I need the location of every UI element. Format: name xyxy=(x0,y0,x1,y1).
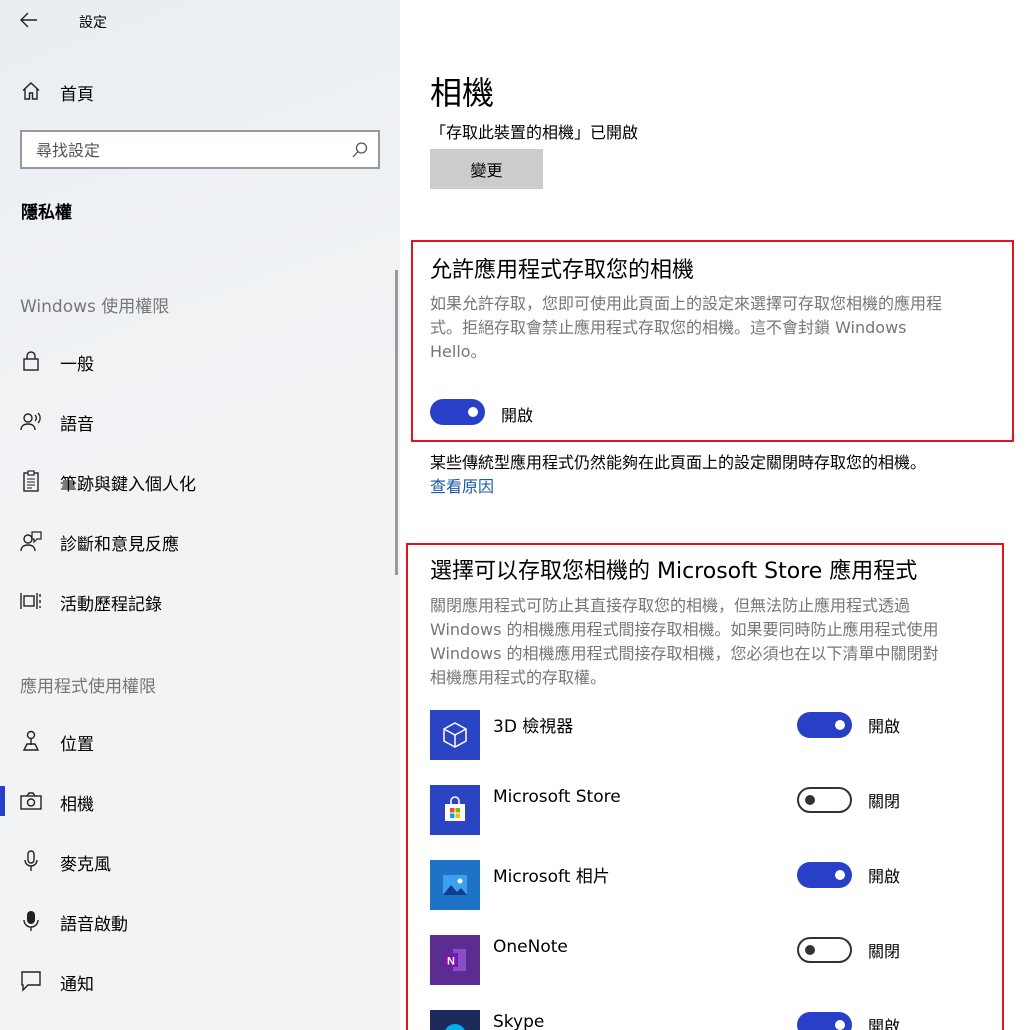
change-button[interactable]: 變更 xyxy=(430,149,543,189)
app-toggle-microsoft-store[interactable] xyxy=(797,787,852,813)
app-toggle-label: 開啟 xyxy=(868,867,901,886)
app-toggle-label: 開啟 xyxy=(868,717,901,736)
device-access-status: 「存取此裝置的相機」已開啟 xyxy=(430,123,639,142)
sidebar-item-label: 診斷和意見反應 xyxy=(60,535,179,555)
sidebar-item-location[interactable]: 位置 xyxy=(0,718,398,764)
back-button[interactable] xyxy=(12,6,46,34)
app-title: 設定 xyxy=(79,15,107,31)
section-header-windows: Windows 使用權限 xyxy=(20,297,170,317)
store-desc-line: Windows 的相機應用程式間接存取相機。如果要同時防止應用程式使用 xyxy=(430,620,939,639)
allow-desc-line: Hello。 xyxy=(430,342,487,361)
sidebar-item-label: 筆跡與鍵入個人化 xyxy=(60,475,196,495)
sidebar-item-label: 麥克風 xyxy=(60,855,111,875)
page-title: 相機 xyxy=(430,74,495,112)
onenote-icon: N xyxy=(430,935,480,985)
sidebar-item-microphone[interactable]: 麥克風 xyxy=(0,838,398,884)
app-name: Microsoft 相片 xyxy=(493,867,610,887)
feedback-icon xyxy=(20,530,42,552)
allow-desc-line: 如果允許存取，您即可使用此頁面上的設定來選擇可存取您相機的應用程 xyxy=(430,294,943,313)
section-header-apps: 應用程式使用權限 xyxy=(20,677,156,697)
app-row-onenote: N OneNote 關閉 xyxy=(430,935,990,987)
app-toggle-3d-viewer[interactable] xyxy=(797,712,852,738)
app-row-microsoft-store: Microsoft Store 關閉 xyxy=(430,785,990,837)
location-icon xyxy=(20,730,42,752)
allow-camera-toggle[interactable] xyxy=(430,399,485,425)
voice-activation-icon xyxy=(20,910,42,932)
notification-icon xyxy=(20,970,42,992)
home-icon xyxy=(20,80,42,102)
sidebar-item-camera[interactable]: 相機 xyxy=(0,778,398,824)
sidebar-item-label: 語音啟動 xyxy=(60,915,128,935)
app-toggle-label: 關閉 xyxy=(868,942,901,961)
app-toggle-label: 開啟 xyxy=(868,1017,901,1030)
sidebar-item-general[interactable]: 一般 xyxy=(0,338,398,384)
sidebar-item-label: 一般 xyxy=(60,355,94,375)
allow-section-description: 如果允許存取，您即可使用此頁面上的設定來選擇可存取您相機的應用程 式。拒絕存取會… xyxy=(430,292,995,364)
sidebar-item-label: 位置 xyxy=(60,735,94,755)
allow-camera-toggle-label: 開啟 xyxy=(501,406,534,425)
title-bar: 設定 xyxy=(0,0,400,40)
timeline-icon xyxy=(20,590,42,612)
app-row-microsoft-photos: Microsoft 相片 開啟 xyxy=(430,860,990,912)
sidebar: 設定 首頁 隱私權 Windows 使用權限 一般 語音 筆跡與鍵入個人化 診斷 xyxy=(0,0,400,1030)
app-name: Microsoft Store xyxy=(493,787,621,807)
camera-icon xyxy=(20,790,42,812)
photos-icon xyxy=(430,860,480,910)
app-name: 3D 檢視器 xyxy=(493,717,574,737)
app-row-3d-viewer: 3D 檢視器 開啟 xyxy=(430,710,990,762)
3d-viewer-icon xyxy=(430,710,480,760)
sidebar-item-label: 語音 xyxy=(60,415,94,435)
app-name: Skype xyxy=(493,1012,545,1030)
sidebar-item-diagnostics[interactable]: 診斷和意見反應 xyxy=(0,518,398,564)
speech-icon xyxy=(20,410,42,432)
app-name: OneNote xyxy=(493,937,568,957)
store-desc-line: 關閉應用程式可防止其直接存取您的相機，但無法防止應用程式透過 xyxy=(430,596,911,615)
store-bag-icon xyxy=(430,785,480,835)
app-toggle-microsoft-photos[interactable] xyxy=(797,862,852,888)
lock-icon xyxy=(20,350,42,372)
nav-home-label: 首頁 xyxy=(60,85,94,105)
learn-why-link[interactable]: 查看原因 xyxy=(430,473,494,497)
main-content: 相機 「存取此裝置的相機」已開啟 變更 允許應用程式存取您的相機 如果允許存取，… xyxy=(400,0,1026,1030)
sidebar-item-activity-history[interactable]: 活動歷程記錄 xyxy=(0,578,398,624)
skype-icon: S xyxy=(430,1010,480,1030)
clipboard-icon xyxy=(20,470,42,492)
sidebar-item-speech[interactable]: 語音 xyxy=(0,398,398,444)
search-box[interactable] xyxy=(20,130,380,169)
sidebar-item-label: 通知 xyxy=(60,975,94,995)
app-toggle-onenote[interactable] xyxy=(797,937,852,963)
group-title: 隱私權 xyxy=(21,203,72,223)
desktop-apps-note: 某些傳統型應用程式仍然能夠在此頁面上的設定關閉時存取您的相機。 xyxy=(430,453,927,472)
allow-desc-line: 式。拒絕存取會禁止應用程式存取您的相機。這不會封鎖 Windows xyxy=(430,318,907,337)
allow-section-heading: 允許應用程式存取您的相機 xyxy=(430,258,695,283)
store-desc-line: Windows 的相機應用程式間接存取相機，您必須也在以下清單中關閉對 xyxy=(430,644,939,663)
sidebar-item-label: 相機 xyxy=(60,795,94,815)
search-icon xyxy=(352,142,368,158)
app-toggle-label: 關閉 xyxy=(868,792,901,811)
sidebar-item-notifications[interactable]: 通知 xyxy=(0,958,398,1004)
sidebar-item-voice-activation[interactable]: 語音啟動 xyxy=(0,898,398,944)
sidebar-item-inking[interactable]: 筆跡與鍵入個人化 xyxy=(0,458,398,504)
microphone-icon xyxy=(20,850,42,872)
app-toggle-skype[interactable] xyxy=(797,1012,852,1030)
search-input[interactable] xyxy=(36,139,336,161)
back-arrow-icon xyxy=(20,12,37,28)
store-desc-line: 相機應用程式的存取權。 xyxy=(430,668,607,687)
sidebar-item-label: 活動歷程記錄 xyxy=(60,595,162,615)
store-section-heading: 選擇可以存取您相機的 Microsoft Store 應用程式 xyxy=(430,559,918,584)
app-row-skype: S Skype 開啟 xyxy=(430,1010,990,1030)
svg-text:N: N xyxy=(447,956,455,968)
nav-home[interactable]: 首頁 xyxy=(0,70,400,112)
store-section-description: 關閉應用程式可防止其直接存取您的相機，但無法防止應用程式透過 Windows 的… xyxy=(430,594,995,690)
sidebar-scrollbar[interactable] xyxy=(395,270,398,575)
